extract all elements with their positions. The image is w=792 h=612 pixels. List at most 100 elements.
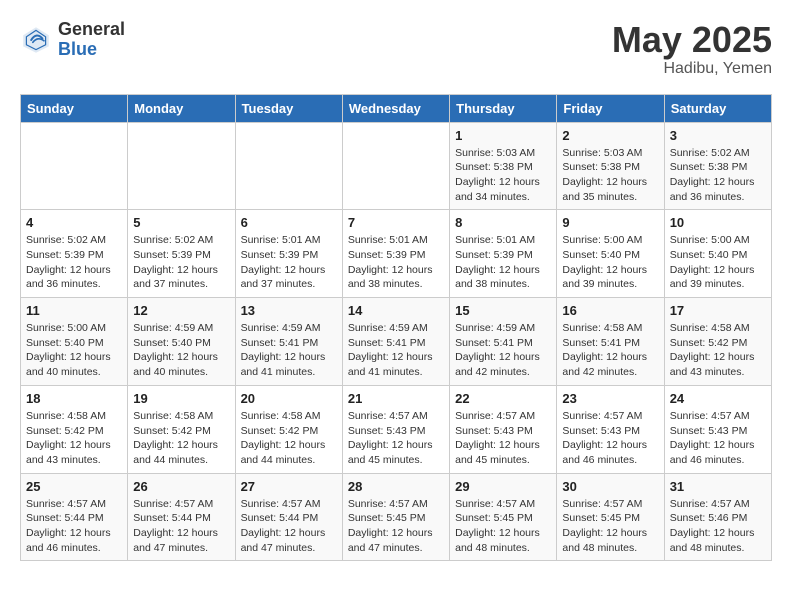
calendar-week-row: 25 Sunrise: 4:57 AM Sunset: 5:44 PM Dayli…: [21, 473, 772, 561]
title-block: May 2025 Hadibu, Yemen: [612, 20, 772, 78]
calendar-cell: 7 Sunrise: 5:01 AM Sunset: 5:39 PM Daylig…: [342, 210, 449, 298]
calendar-cell: 9 Sunrise: 5:00 AM Sunset: 5:40 PM Daylig…: [557, 210, 664, 298]
day-info: Sunrise: 4:58 AM Sunset: 5:41 PM Dayligh…: [562, 321, 658, 380]
day-number: 21: [348, 391, 444, 406]
weekday-header-sunday: Sunday: [21, 94, 128, 122]
logo-blue-text: Blue: [58, 40, 125, 60]
weekday-header-saturday: Saturday: [664, 94, 771, 122]
weekday-header-friday: Friday: [557, 94, 664, 122]
day-number: 30: [562, 479, 658, 494]
day-info: Sunrise: 4:59 AM Sunset: 5:41 PM Dayligh…: [241, 321, 337, 380]
day-number: 22: [455, 391, 551, 406]
calendar-table: SundayMondayTuesdayWednesdayThursdayFrid…: [20, 94, 772, 562]
day-info: Sunrise: 5:02 AM Sunset: 5:38 PM Dayligh…: [670, 146, 766, 205]
weekday-header-wednesday: Wednesday: [342, 94, 449, 122]
calendar-cell: 3Sunrise: 5:02 AM Sunset: 5:38 PM Daylig…: [664, 122, 771, 210]
day-info: Sunrise: 4:58 AM Sunset: 5:42 PM Dayligh…: [133, 409, 229, 468]
weekday-header-tuesday: Tuesday: [235, 94, 342, 122]
calendar-cell: 30 Sunrise: 4:57 AM Sunset: 5:45 PM Dayli…: [557, 473, 664, 561]
calendar-cell: 17Sunrise: 4:58 AM Sunset: 5:42 PM Dayli…: [664, 298, 771, 386]
calendar-cell: [342, 122, 449, 210]
weekday-header-thursday: Thursday: [450, 94, 557, 122]
calendar-cell: 6 Sunrise: 5:01 AM Sunset: 5:39 PM Daylig…: [235, 210, 342, 298]
calendar-cell: 13 Sunrise: 4:59 AM Sunset: 5:41 PM Dayli…: [235, 298, 342, 386]
day-number: 26: [133, 479, 229, 494]
calendar-cell: 2Sunrise: 5:03 AM Sunset: 5:38 PM Daylig…: [557, 122, 664, 210]
day-info: Sunrise: 4:57 AM Sunset: 5:45 PM Dayligh…: [455, 497, 551, 556]
calendar-cell: 10 Sunrise: 5:00 AM Sunset: 5:40 PM Dayli…: [664, 210, 771, 298]
day-number: 19: [133, 391, 229, 406]
day-number: 7: [348, 215, 444, 230]
day-info: Sunrise: 5:02 AM Sunset: 5:39 PM Dayligh…: [133, 233, 229, 292]
calendar-cell: 21 Sunrise: 4:57 AM Sunset: 5:43 PM Dayli…: [342, 385, 449, 473]
calendar-cell: [235, 122, 342, 210]
day-info: Sunrise: 4:57 AM Sunset: 5:43 PM Dayligh…: [670, 409, 766, 468]
calendar-cell: 12 Sunrise: 4:59 AM Sunset: 5:40 PM Dayli…: [128, 298, 235, 386]
day-info: Sunrise: 5:01 AM Sunset: 5:39 PM Dayligh…: [455, 233, 551, 292]
day-info: Sunrise: 4:59 AM Sunset: 5:41 PM Dayligh…: [455, 321, 551, 380]
calendar-cell: 24 Sunrise: 4:57 AM Sunset: 5:43 PM Dayli…: [664, 385, 771, 473]
day-number: 6: [241, 215, 337, 230]
day-info: Sunrise: 4:59 AM Sunset: 5:41 PM Dayligh…: [348, 321, 444, 380]
day-number: 29: [455, 479, 551, 494]
day-info: Sunrise: 4:57 AM Sunset: 5:44 PM Dayligh…: [26, 497, 122, 556]
calendar-cell: 4 Sunrise: 5:02 AM Sunset: 5:39 PM Daylig…: [21, 210, 128, 298]
calendar-cell: 31 Sunrise: 4:57 AM Sunset: 5:46 PM Dayli…: [664, 473, 771, 561]
calendar-cell: 20Sunrise: 4:58 AM Sunset: 5:42 PM Dayli…: [235, 385, 342, 473]
day-number: 1: [455, 128, 551, 143]
logo: General Blue: [20, 20, 125, 60]
day-info: Sunrise: 5:00 AM Sunset: 5:40 PM Dayligh…: [562, 233, 658, 292]
day-number: 12: [133, 303, 229, 318]
location: Hadibu, Yemen: [612, 60, 772, 78]
calendar-cell: 15Sunrise: 4:59 AM Sunset: 5:41 PM Dayli…: [450, 298, 557, 386]
calendar-cell: 8Sunrise: 5:01 AM Sunset: 5:39 PM Daylig…: [450, 210, 557, 298]
calendar-cell: 23Sunrise: 4:57 AM Sunset: 5:43 PM Dayli…: [557, 385, 664, 473]
day-number: 31: [670, 479, 766, 494]
calendar-cell: 11Sunrise: 5:00 AM Sunset: 5:40 PM Dayli…: [21, 298, 128, 386]
day-number: 4: [26, 215, 122, 230]
calendar-week-row: 18Sunrise: 4:58 AM Sunset: 5:42 PM Dayli…: [21, 385, 772, 473]
day-info: Sunrise: 5:03 AM Sunset: 5:38 PM Dayligh…: [562, 146, 658, 205]
calendar-cell: 29 Sunrise: 4:57 AM Sunset: 5:45 PM Dayli…: [450, 473, 557, 561]
day-info: Sunrise: 5:02 AM Sunset: 5:39 PM Dayligh…: [26, 233, 122, 292]
day-info: Sunrise: 5:00 AM Sunset: 5:40 PM Dayligh…: [670, 233, 766, 292]
day-info: Sunrise: 4:58 AM Sunset: 5:42 PM Dayligh…: [241, 409, 337, 468]
day-info: Sunrise: 4:57 AM Sunset: 5:45 PM Dayligh…: [348, 497, 444, 556]
weekday-header-row: SundayMondayTuesdayWednesdayThursdayFrid…: [21, 94, 772, 122]
day-info: Sunrise: 4:59 AM Sunset: 5:40 PM Dayligh…: [133, 321, 229, 380]
calendar-week-row: 4 Sunrise: 5:02 AM Sunset: 5:39 PM Daylig…: [21, 210, 772, 298]
day-info: Sunrise: 5:00 AM Sunset: 5:40 PM Dayligh…: [26, 321, 122, 380]
day-info: Sunrise: 4:57 AM Sunset: 5:43 PM Dayligh…: [348, 409, 444, 468]
day-info: Sunrise: 5:03 AM Sunset: 5:38 PM Dayligh…: [455, 146, 551, 205]
day-info: Sunrise: 5:01 AM Sunset: 5:39 PM Dayligh…: [348, 233, 444, 292]
calendar-cell: [128, 122, 235, 210]
calendar-cell: 28 Sunrise: 4:57 AM Sunset: 5:45 PM Dayli…: [342, 473, 449, 561]
logo-general-text: General: [58, 20, 125, 40]
day-number: 10: [670, 215, 766, 230]
day-info: Sunrise: 4:57 AM Sunset: 5:46 PM Dayligh…: [670, 497, 766, 556]
day-number: 28: [348, 479, 444, 494]
day-number: 16: [562, 303, 658, 318]
calendar-cell: 27Sunrise: 4:57 AM Sunset: 5:44 PM Dayli…: [235, 473, 342, 561]
day-info: Sunrise: 5:01 AM Sunset: 5:39 PM Dayligh…: [241, 233, 337, 292]
day-number: 25: [26, 479, 122, 494]
day-number: 27: [241, 479, 337, 494]
day-info: Sunrise: 4:58 AM Sunset: 5:42 PM Dayligh…: [670, 321, 766, 380]
day-info: Sunrise: 4:57 AM Sunset: 5:45 PM Dayligh…: [562, 497, 658, 556]
calendar-cell: 19 Sunrise: 4:58 AM Sunset: 5:42 PM Dayli…: [128, 385, 235, 473]
day-number: 24: [670, 391, 766, 406]
calendar-cell: 14Sunrise: 4:59 AM Sunset: 5:41 PM Dayli…: [342, 298, 449, 386]
weekday-header-monday: Monday: [128, 94, 235, 122]
calendar-cell: 18Sunrise: 4:58 AM Sunset: 5:42 PM Dayli…: [21, 385, 128, 473]
month-year: May 2025: [612, 20, 772, 60]
day-number: 13: [241, 303, 337, 318]
calendar-cell: 16 Sunrise: 4:58 AM Sunset: 5:41 PM Dayli…: [557, 298, 664, 386]
calendar-cell: 1 Sunrise: 5:03 AM Sunset: 5:38 PM Daylig…: [450, 122, 557, 210]
calendar-cell: 22 Sunrise: 4:57 AM Sunset: 5:43 PM Dayli…: [450, 385, 557, 473]
day-number: 9: [562, 215, 658, 230]
day-info: Sunrise: 4:57 AM Sunset: 5:43 PM Dayligh…: [455, 409, 551, 468]
calendar-week-row: 11Sunrise: 5:00 AM Sunset: 5:40 PM Dayli…: [21, 298, 772, 386]
calendar-cell: 26Sunrise: 4:57 AM Sunset: 5:44 PM Dayli…: [128, 473, 235, 561]
calendar-week-row: 1 Sunrise: 5:03 AM Sunset: 5:38 PM Daylig…: [21, 122, 772, 210]
logo-text: General Blue: [58, 20, 125, 60]
